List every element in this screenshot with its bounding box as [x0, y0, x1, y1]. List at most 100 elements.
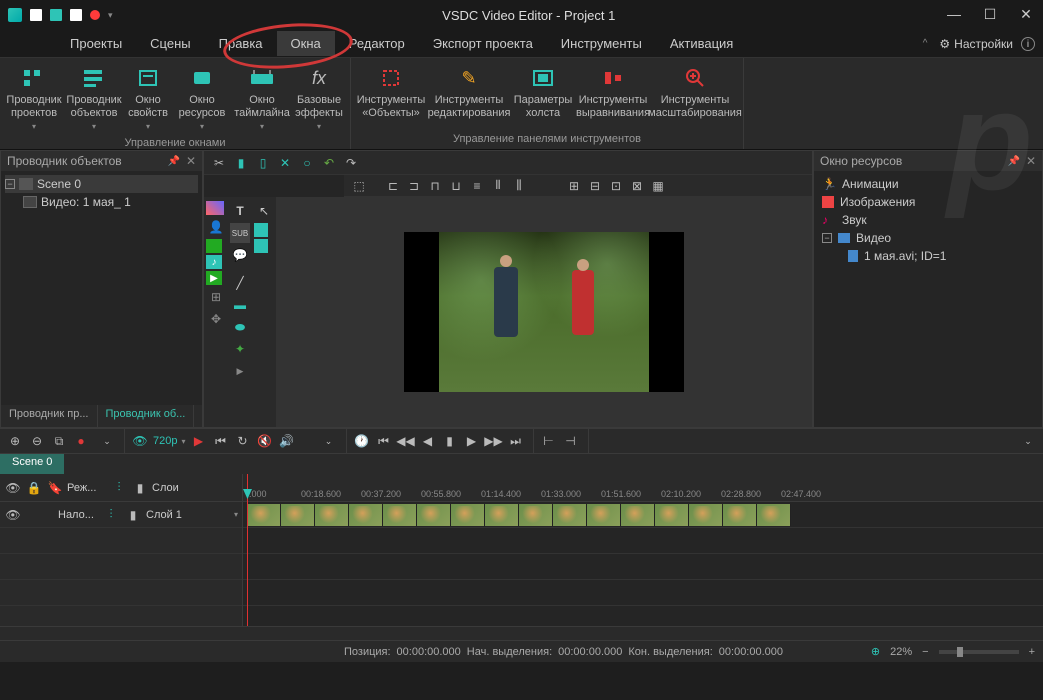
grid-tool-icon[interactable]: ⊞	[206, 287, 226, 307]
align-icon-1[interactable]: ⊏	[384, 177, 402, 195]
link-icon[interactable]: ⧉	[50, 432, 68, 450]
person-tool-icon[interactable]: 👤	[206, 217, 226, 237]
panel-close-icon[interactable]: ✕	[186, 154, 196, 168]
ribbon-canvas-params[interactable]: Параметры холста	[513, 62, 573, 124]
zoom-slider[interactable]	[939, 650, 1019, 654]
text-tool-icon[interactable]: T	[230, 201, 250, 221]
tree-video-row[interactable]: Видео: 1 мая_ 1	[5, 193, 198, 211]
marker-icon-1[interactable]: ⊢	[540, 432, 558, 450]
timeline-track-empty[interactable]	[243, 580, 1043, 606]
align-icon-2[interactable]: ⊐	[405, 177, 423, 195]
qat-icon-1[interactable]	[30, 9, 42, 21]
dropdown-tool-icon[interactable]: ▶	[230, 361, 250, 381]
step-back-icon[interactable]: ◀	[419, 432, 437, 450]
skip-start-icon[interactable]: ⏮	[212, 432, 230, 450]
ribbon-zoom-tools[interactable]: Инструменты масштабирования	[653, 62, 737, 124]
speech-tool-icon[interactable]: 💬	[230, 245, 250, 265]
menu-edit[interactable]: Правка	[205, 31, 277, 56]
distr-icon-3[interactable]: ⊟	[586, 177, 604, 195]
chevron-down-icon[interactable]: ⌄	[98, 432, 116, 450]
move-tool-icon[interactable]: ✥	[206, 309, 226, 329]
distr-icon-5[interactable]: ⊠	[628, 177, 646, 195]
next-icon[interactable]: ▶▶	[485, 432, 503, 450]
ribbon-properties-window[interactable]: Окно свойств▾	[126, 62, 170, 137]
stop-icon[interactable]: ▮	[441, 432, 459, 450]
panel2-tool-icon[interactable]	[254, 239, 268, 253]
res-images[interactable]: Изображения	[818, 193, 1038, 211]
rect-tool-icon[interactable]: ▬	[230, 295, 250, 315]
track-header-1[interactable]: 👁 Нало... ⫶ ▮ Слой 1 ▾	[0, 502, 242, 528]
res-animations[interactable]: 🏃Анимации	[818, 175, 1038, 193]
step-fwd-icon[interactable]: ▶	[463, 432, 481, 450]
video-clip[interactable]	[247, 504, 791, 526]
mute-icon[interactable]: 🔇	[256, 432, 274, 450]
tag-col-icon[interactable]: 🔖	[46, 479, 64, 497]
track-bars-icon[interactable]: ▮	[124, 506, 142, 524]
tool-circle-icon[interactable]: ○	[298, 154, 316, 172]
zoom-in-icon[interactable]: ⊕	[6, 432, 24, 450]
timeline-tracks-area[interactable]: .000 00:18.600 00:37.200 00:55.800 01:14…	[243, 474, 1043, 626]
qat-icon-3[interactable]	[70, 9, 82, 21]
pin-icon[interactable]: 📌	[167, 156, 179, 167]
track-vis-icon[interactable]: 👁	[4, 506, 22, 524]
canvas-area[interactable]	[276, 197, 812, 427]
panel-close-icon[interactable]: ✕	[1026, 154, 1036, 168]
menu-activation[interactable]: Активация	[656, 31, 747, 56]
ribbon-project-explorer[interactable]: Проводник проектов▾	[6, 62, 62, 137]
minimize-button[interactable]: —	[945, 6, 963, 24]
timeline-scrollbar[interactable]	[0, 626, 1043, 640]
bars-col-icon[interactable]: ▮	[131, 479, 149, 497]
res-sound[interactable]: ♪Звук	[818, 211, 1038, 229]
distr-icon-2[interactable]: ⊞	[565, 177, 583, 195]
align-icon-4[interactable]: ⊔	[447, 177, 465, 195]
marker-icon-2[interactable]: ⊣	[562, 432, 580, 450]
collapse-icon[interactable]: −	[822, 233, 832, 243]
tab-project-explorer[interactable]: Проводник пр...	[1, 405, 98, 427]
video-canvas[interactable]	[404, 232, 684, 392]
vis-col-icon[interactable]: 👁	[4, 479, 22, 497]
chevron-down-icon[interactable]: ⌄	[320, 432, 338, 450]
chevron-down-icon[interactable]: ⌄	[1019, 432, 1037, 450]
ribbon-object-tools[interactable]: Инструменты «Объекты»	[357, 62, 425, 124]
tool-icon-1[interactable]: ▮	[232, 154, 250, 172]
menu-projects[interactable]: Проекты	[56, 31, 136, 56]
first-frame-icon[interactable]: ⏮	[375, 432, 393, 450]
track-wave-icon[interactable]: ⫶	[102, 506, 120, 524]
record-icon[interactable]	[90, 10, 100, 20]
align-icon-6[interactable]: ⫴	[489, 177, 507, 195]
sub-tool-icon[interactable]: SUB	[230, 223, 250, 243]
menu-windows[interactable]: Окна	[277, 31, 335, 56]
clock-icon[interactable]: 🕐	[353, 432, 371, 450]
ellipse-tool-icon[interactable]: ⬬	[230, 317, 250, 337]
image-tool-icon[interactable]	[206, 239, 222, 253]
settings-link[interactable]: Настройки	[954, 37, 1013, 51]
ribbon-resources-window[interactable]: Окно ресурсов▾	[174, 62, 230, 137]
distr-icon-4[interactable]: ⊡	[607, 177, 625, 195]
maximize-button[interactable]: ☐	[981, 6, 999, 24]
align-icon-3[interactable]: ⊓	[426, 177, 444, 195]
freeform-tool-icon[interactable]: ✦	[230, 339, 250, 359]
res-dropdown-icon[interactable]: ▾	[181, 437, 185, 446]
cursor-tool-icon[interactable]: ↖	[254, 201, 274, 221]
audio-tool-icon[interactable]: ♪	[206, 255, 222, 269]
pin-icon[interactable]: 📌	[1007, 156, 1019, 167]
ribbon-align-tools[interactable]: Инструменты выравнивания	[577, 62, 649, 124]
qat-icon-2[interactable]	[50, 9, 62, 21]
target-icon[interactable]: ⊕	[871, 645, 880, 658]
tree-scene-row[interactable]: − Scene 0	[5, 175, 198, 193]
ribbon-timeline-window[interactable]: Окно таймлайна▾	[234, 62, 290, 137]
zoom-out-icon[interactable]: ⊖	[28, 432, 46, 450]
cut-icon[interactable]: ✂	[210, 154, 228, 172]
ribbon-edit-tools[interactable]: ✎Инструменты редактирования	[429, 62, 509, 124]
play-icon[interactable]: ▶	[190, 432, 208, 450]
crop-tool-icon[interactable]: ⬚	[350, 177, 368, 195]
playhead[interactable]	[247, 474, 248, 626]
info-icon[interactable]: i	[1021, 37, 1035, 51]
res-video-file[interactable]: 1 мая.avi; ID=1	[818, 247, 1038, 265]
prev-icon[interactable]: ◀◀	[397, 432, 415, 450]
ribbon-basic-effects[interactable]: fxБазовые эффекты▾	[294, 62, 344, 137]
menu-export[interactable]: Экспорт проекта	[419, 31, 547, 56]
track-dropdown-icon[interactable]: ▾	[234, 510, 238, 519]
tool-icon-2[interactable]: ▯	[254, 154, 272, 172]
timeline-track-empty[interactable]	[243, 554, 1043, 580]
